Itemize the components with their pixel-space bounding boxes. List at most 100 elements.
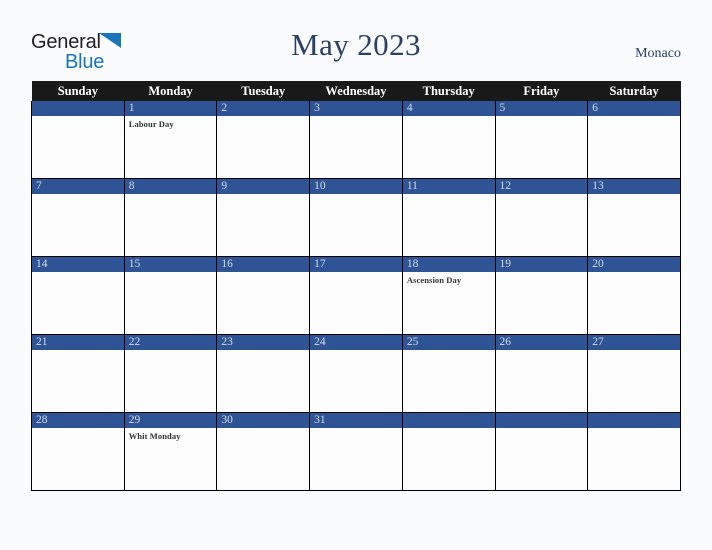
day-events — [496, 194, 588, 197]
calendar-day-cell[interactable]: 9 — [216, 178, 311, 257]
day-number: 23 — [217, 335, 310, 350]
weekday-header-wednesday: Wednesday — [309, 81, 403, 101]
calendar-day-cell[interactable]: 26 — [494, 334, 589, 413]
calendar-empty-cell[interactable] — [401, 412, 496, 491]
calendar-day-cell[interactable]: 21 — [31, 334, 125, 413]
day-events — [588, 116, 680, 119]
day-number: 30 — [217, 413, 310, 428]
day-number: 17 — [310, 257, 402, 272]
day-events — [403, 350, 495, 353]
holiday-event: Whit Monday — [128, 431, 181, 441]
day-events — [310, 350, 402, 353]
day-events — [125, 350, 217, 353]
calendar-day-cell[interactable]: 27 — [587, 334, 681, 413]
calendar-page: General Blue May 2023 Monaco Sunday Monda… — [0, 0, 712, 550]
calendar-day-cell[interactable]: 16 — [216, 256, 311, 335]
day-number: 27 — [588, 335, 680, 350]
calendar-day-cell[interactable]: 24 — [309, 334, 403, 413]
page-title: May 2023 — [291, 27, 421, 62]
calendar-header-row: Sunday Monday Tuesday Wednesday Thursday Frid… — [31, 81, 681, 101]
calendar-day-cell[interactable]: 12 — [494, 178, 589, 257]
calendar-day-cell[interactable]: 17 — [309, 256, 403, 335]
calendar-day-cell[interactable]: 3 — [309, 101, 403, 179]
day-events — [217, 116, 309, 119]
calendar-day-cell[interactable]: 19 — [494, 256, 589, 335]
calendar-grid: Sunday Monday Tuesday Wednesday Thursday Frid… — [31, 81, 681, 491]
day-events — [403, 428, 495, 431]
day-number: 19 — [495, 257, 588, 272]
day-number: 28 — [32, 413, 124, 428]
day-events — [217, 194, 309, 197]
calendar-day-cell[interactable]: 7 — [31, 178, 125, 257]
day-number: 11 — [402, 179, 495, 194]
weekday-header-tuesday: Tuesday — [216, 81, 310, 101]
day-events — [32, 428, 124, 431]
day-number: 31 — [310, 413, 402, 428]
calendar-week-row: 14 15 16 17 18 Ascension Day 19 20 — [31, 256, 681, 335]
day-events — [125, 272, 217, 275]
calendar-day-cell[interactable]: 1 Labour Day — [123, 101, 218, 179]
day-events — [403, 194, 495, 197]
day-events — [588, 350, 680, 353]
weekday-header-monday: Monday — [124, 81, 217, 101]
calendar-day-cell[interactable]: 2 — [216, 101, 311, 179]
day-number: 18 — [402, 257, 495, 272]
calendar-day-cell[interactable]: 8 — [123, 178, 218, 257]
calendar-empty-cell[interactable] — [31, 101, 125, 179]
day-number: 13 — [588, 179, 680, 194]
day-events: Labour Day — [125, 116, 217, 130]
day-number: 29 — [124, 413, 217, 428]
day-number: 6 — [588, 101, 680, 116]
calendar-day-cell[interactable]: 11 — [401, 178, 496, 257]
day-events — [32, 272, 124, 275]
calendar-day-cell[interactable]: 28 — [31, 412, 125, 491]
day-events: Ascension Day — [403, 272, 495, 286]
holiday-event: Ascension Day — [406, 275, 462, 285]
weekday-header-saturday: Saturday — [587, 81, 681, 101]
calendar-week-row: 1 Labour Day 2 3 4 5 6 — [31, 101, 681, 179]
calendar-day-cell[interactable]: 6 — [587, 101, 681, 179]
day-events — [496, 272, 588, 275]
day-number — [32, 101, 124, 116]
day-events — [32, 350, 124, 353]
day-number: 3 — [310, 101, 402, 116]
calendar-empty-cell[interactable] — [587, 412, 681, 491]
day-events — [310, 428, 402, 431]
calendar-day-cell[interactable]: 29 Whit Monday — [123, 412, 218, 491]
calendar-day-cell[interactable]: 14 — [31, 256, 125, 335]
calendar-day-cell[interactable]: 18 Ascension Day — [401, 256, 496, 335]
day-number: 26 — [495, 335, 588, 350]
calendar-day-cell[interactable]: 23 — [216, 334, 311, 413]
calendar-week-row: 7 8 9 10 11 12 13 — [31, 178, 681, 257]
calendar-day-cell[interactable]: 13 — [587, 178, 681, 257]
calendar-week-row: 21 22 23 24 25 26 27 — [31, 334, 681, 413]
day-number: 20 — [588, 257, 680, 272]
calendar-day-cell[interactable]: 5 — [494, 101, 589, 179]
calendar-day-cell[interactable]: 4 — [401, 101, 496, 179]
day-events — [32, 194, 124, 197]
calendar-day-cell[interactable]: 20 — [587, 256, 681, 335]
weekday-header-friday: Friday — [495, 81, 588, 101]
calendar-day-cell[interactable]: 30 — [216, 412, 311, 491]
weekday-header-thursday: Thursday — [402, 81, 496, 101]
day-number — [588, 413, 680, 428]
day-number — [402, 413, 495, 428]
calendar-day-cell[interactable]: 15 — [123, 256, 218, 335]
day-number: 21 — [32, 335, 124, 350]
calendar-day-cell[interactable]: 25 — [401, 334, 496, 413]
day-number: 24 — [310, 335, 402, 350]
calendar-day-cell[interactable]: 10 — [309, 178, 403, 257]
calendar-week-row: 28 29 Whit Monday 30 31 — [31, 412, 681, 491]
calendar-day-cell[interactable]: 31 — [309, 412, 403, 491]
day-events — [496, 116, 588, 119]
day-number — [495, 413, 588, 428]
day-number: 12 — [495, 179, 588, 194]
day-events — [310, 116, 402, 119]
day-events — [496, 428, 588, 431]
page-header: General Blue May 2023 Monaco — [0, 0, 712, 81]
day-number: 10 — [310, 179, 402, 194]
calendar-day-cell[interactable]: 22 — [123, 334, 218, 413]
day-number: 22 — [124, 335, 217, 350]
calendar-empty-cell[interactable] — [494, 412, 589, 491]
day-number: 5 — [495, 101, 588, 116]
